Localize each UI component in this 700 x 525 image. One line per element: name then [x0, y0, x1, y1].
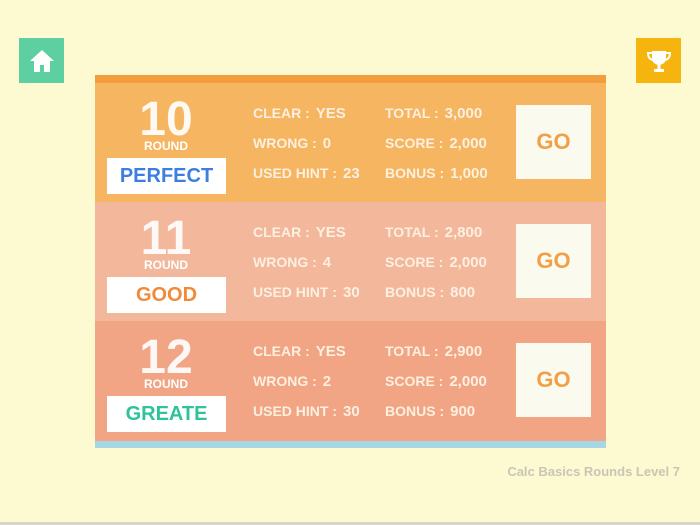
- total-value: 3,000: [444, 105, 483, 122]
- panel-bottom-bar: [95, 441, 606, 448]
- total-stat: TOTAL : 2,900: [385, 343, 482, 360]
- bonus-label: BONUS :: [385, 165, 445, 181]
- grade-badge: PERFECT: [107, 158, 226, 194]
- hint-value: 23: [343, 165, 360, 182]
- score-stat: SCORE : 2,000: [385, 135, 487, 152]
- clear-label: CLEAR :: [253, 224, 310, 240]
- round-row-10: 10 ROUND PERFECT CLEAR : YES WRONG : 0 USE…: [95, 83, 606, 202]
- score-value: 2,000: [449, 254, 487, 271]
- bonus-stat: BONUS : 900: [385, 403, 475, 420]
- clear-label: CLEAR :: [253, 105, 310, 121]
- wrong-label: WRONG :: [253, 373, 317, 389]
- clear-label: CLEAR :: [253, 343, 310, 359]
- round-row-11: 11 ROUND GOOD CLEAR : YES WRONG : 4 USED H…: [95, 202, 606, 321]
- round-number: 12: [139, 331, 193, 384]
- clear-stat: CLEAR : YES: [253, 224, 346, 241]
- score-value: 2,000: [449, 135, 487, 152]
- go-button-round-10[interactable]: GO: [516, 105, 591, 179]
- level-title: Calc Basics Rounds Level 7: [507, 464, 680, 479]
- bonus-stat: BONUS : 800: [385, 284, 475, 301]
- round-label: ROUND: [144, 377, 188, 391]
- wrong-value: 0: [322, 135, 332, 152]
- bonus-stat: BONUS : 1,000: [385, 165, 488, 182]
- score-value: 2,000: [449, 373, 487, 390]
- bonus-value: 800: [450, 284, 476, 301]
- wrong-stat: WRONG : 0: [253, 135, 331, 152]
- hint-label: USED HINT :: [253, 284, 337, 300]
- go-button-round-11[interactable]: GO: [516, 224, 591, 298]
- score-label: SCORE :: [385, 373, 444, 389]
- score-stat: SCORE : 2,000: [385, 254, 487, 271]
- round-row-12: 12 ROUND GREATE CLEAR : YES WRONG : 2 USED…: [95, 321, 606, 441]
- hint-stat: USED HINT : 30: [253, 284, 360, 301]
- wrong-value: 2: [322, 373, 332, 390]
- wrong-stat: WRONG : 4: [253, 254, 331, 271]
- clear-stat: CLEAR : YES: [253, 105, 346, 122]
- total-stat: TOTAL : 3,000: [385, 105, 482, 122]
- home-button[interactable]: [19, 38, 64, 83]
- round-number: 11: [140, 212, 192, 265]
- grade-badge: GREATE: [107, 396, 226, 432]
- hint-label: USED HINT :: [253, 165, 337, 181]
- bonus-label: BONUS :: [385, 403, 445, 419]
- round-label: ROUND: [144, 139, 188, 153]
- hint-stat: USED HINT : 23: [253, 165, 360, 182]
- hint-value: 30: [343, 284, 360, 301]
- score-label: SCORE :: [385, 254, 444, 270]
- clear-value: YES: [315, 343, 346, 360]
- bonus-value: 1,000: [450, 165, 488, 182]
- round-label: ROUND: [144, 258, 188, 272]
- trophy-button[interactable]: [636, 38, 681, 83]
- wrong-label: WRONG :: [253, 254, 317, 270]
- total-value: 2,800: [444, 224, 483, 241]
- panel-top-bar: [95, 75, 606, 83]
- hint-label: USED HINT :: [253, 403, 337, 419]
- hint-value: 30: [343, 403, 360, 420]
- grade-text: PERFECT: [119, 164, 214, 187]
- wrong-label: WRONG :: [253, 135, 317, 151]
- bonus-value: 900: [450, 403, 476, 420]
- grade-text: GREATE: [125, 402, 208, 425]
- total-label: TOTAL :: [385, 224, 439, 240]
- home-icon: [29, 49, 54, 72]
- trophy-icon: [646, 50, 671, 72]
- rounds-panel: 10 ROUND PERFECT CLEAR : YES WRONG : 0 USE…: [95, 75, 606, 448]
- wrong-stat: WRONG : 2: [253, 373, 331, 390]
- total-label: TOTAL :: [385, 105, 439, 121]
- go-button-round-12[interactable]: GO: [516, 343, 591, 417]
- total-label: TOTAL :: [385, 343, 439, 359]
- wrong-value: 4: [322, 254, 332, 271]
- grade-badge: GOOD: [107, 277, 226, 313]
- clear-value: YES: [315, 224, 346, 241]
- total-value: 2,900: [444, 343, 483, 360]
- round-number: 10: [139, 93, 193, 146]
- grade-text: GOOD: [135, 283, 198, 306]
- score-stat: SCORE : 2,000: [385, 373, 487, 390]
- bonus-label: BONUS :: [385, 284, 445, 300]
- score-label: SCORE :: [385, 135, 444, 151]
- clear-value: YES: [315, 105, 346, 122]
- clear-stat: CLEAR : YES: [253, 343, 346, 360]
- hint-stat: USED HINT : 30: [253, 403, 360, 420]
- total-stat: TOTAL : 2,800: [385, 224, 482, 241]
